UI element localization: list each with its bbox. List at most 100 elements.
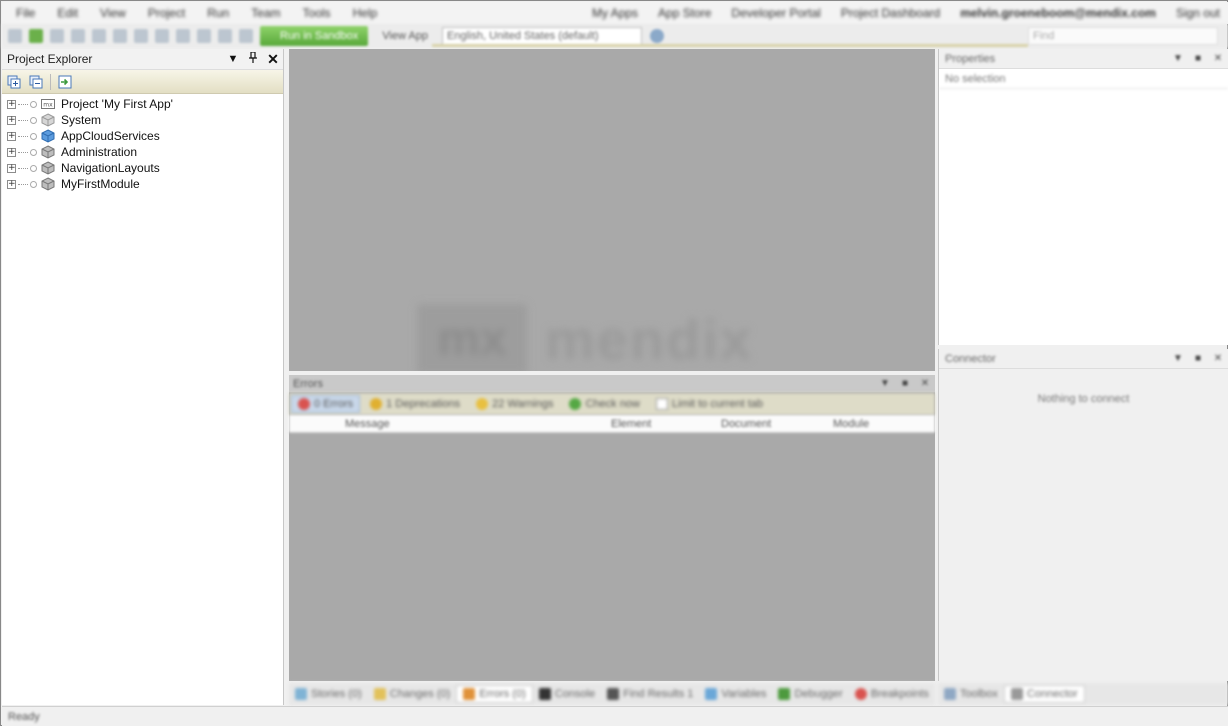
save-icon[interactable]	[50, 29, 64, 43]
close-icon[interactable]: ✕	[263, 51, 283, 68]
tab-find-results[interactable]: Find Results 1	[601, 685, 699, 703]
tree-node-navigationlayouts[interactable]: + NavigationLayouts	[2, 160, 283, 176]
tab-stories[interactable]: Stories (0)	[289, 685, 368, 703]
pin-icon[interactable]: ■	[1188, 53, 1208, 64]
sign-out-link[interactable]: Sign out	[1176, 6, 1220, 20]
close-icon[interactable]: ✕	[1208, 353, 1228, 364]
close-icon[interactable]: ✕	[1208, 53, 1228, 64]
tree-connector	[18, 151, 28, 153]
save-all-icon[interactable]	[71, 29, 85, 43]
status-dot	[30, 148, 37, 156]
toolbox-icon	[944, 688, 956, 700]
forward-icon[interactable]	[218, 29, 232, 43]
link-project-dashboard[interactable]: Project Dashboard	[841, 6, 940, 20]
tree-node-label: Administration	[61, 145, 138, 159]
tab-changes[interactable]: Changes (0)	[368, 685, 457, 703]
dropdown-icon[interactable]: ▼	[1168, 353, 1188, 364]
menu-help[interactable]: Help	[353, 6, 378, 20]
menu-view[interactable]: View	[100, 6, 126, 20]
menu-run[interactable]: Run	[207, 6, 229, 20]
undo-icon[interactable]	[155, 29, 169, 43]
connector-panel: Connector ▼ ■ ✕ Nothing to connect	[938, 349, 1228, 681]
link-developer-portal[interactable]: Developer Portal	[731, 6, 820, 20]
warnings-filter-button[interactable]: 22 Warnings	[470, 395, 559, 413]
paste-icon[interactable]	[134, 29, 148, 43]
language-select[interactable]: English, United States (default)	[441, 27, 642, 45]
deprecations-filter-button[interactable]: 1 Deprecations	[364, 395, 466, 413]
expand-icon[interactable]: +	[7, 163, 16, 173]
expand-icon[interactable]: +	[7, 99, 16, 109]
column-module[interactable]: Module	[833, 418, 869, 430]
expand-icon[interactable]: +	[7, 115, 16, 125]
menu-project[interactable]: Project	[148, 6, 185, 20]
errors-filter-button[interactable]: 0 Errors	[291, 395, 361, 413]
mendix-watermark: mx mendix	[417, 304, 753, 371]
check-now-label: Check now	[585, 398, 640, 410]
find-input[interactable]: Find	[1028, 27, 1218, 45]
close-icon[interactable]: ✕	[915, 378, 935, 389]
tab-debugger[interactable]: Debugger	[772, 685, 848, 703]
module-icon-blue	[41, 129, 55, 143]
connector-icon	[1010, 688, 1023, 700]
properties-title: Properties	[945, 52, 996, 65]
tab-toolbox[interactable]: Toolbox	[938, 685, 1004, 703]
tab-breakpoints[interactable]: Breakpoints	[849, 685, 935, 703]
pin-icon[interactable]: ■	[1188, 353, 1208, 364]
editor-area: mx mendix	[289, 49, 935, 371]
errors-header: Errors ▼ ■ ✕	[289, 375, 935, 393]
print-icon[interactable]	[239, 29, 253, 43]
main-toolbar: Run in Sandbox View App English, United …	[2, 24, 1228, 48]
redo-icon[interactable]	[176, 29, 190, 43]
tree-node-myfirstmodule[interactable]: + MyFirstModule	[2, 176, 283, 192]
errors-filter-label: 0 Errors	[314, 398, 354, 410]
tab-label: Stories (0)	[311, 688, 362, 700]
dropdown-icon[interactable]: ▼	[875, 378, 895, 389]
tab-console[interactable]: Console	[533, 685, 601, 703]
new-icon[interactable]	[8, 29, 22, 43]
warning-icon	[476, 398, 489, 410]
dropdown-icon[interactable]: ▼	[223, 53, 243, 65]
right-tab-strip: Toolbox Connector	[938, 683, 1228, 705]
menu-team[interactable]: Team	[251, 6, 280, 20]
status-text: Ready	[8, 710, 40, 723]
view-app-button[interactable]: View App	[376, 27, 434, 45]
sync-selection-icon[interactable]	[57, 74, 73, 90]
expand-icon[interactable]: +	[7, 147, 16, 157]
menu-edit[interactable]: Edit	[57, 6, 78, 20]
tree-node-project[interactable]: + mx Project 'My First App'	[2, 96, 283, 112]
check-now-button[interactable]: Check now	[563, 395, 645, 413]
project-icon: mx	[41, 97, 55, 111]
tree-node-system[interactable]: + System	[2, 112, 283, 128]
expand-all-icon[interactable]	[6, 74, 22, 90]
tree-node-label: MyFirstModule	[61, 177, 140, 191]
expand-icon[interactable]: +	[7, 179, 16, 189]
tab-connector[interactable]: Connector	[1003, 685, 1085, 703]
collapse-all-icon[interactable]	[28, 74, 44, 90]
dropdown-icon[interactable]: ▼	[1168, 53, 1188, 64]
tree-connector	[18, 167, 28, 169]
tab-errors[interactable]: Errors (0)	[456, 685, 533, 703]
back-icon[interactable]	[197, 29, 211, 43]
tree-node-administration[interactable]: + Administration	[2, 144, 283, 160]
link-my-apps[interactable]: My Apps	[592, 6, 638, 20]
pin-icon[interactable]: ■	[895, 378, 915, 389]
cut-icon[interactable]	[92, 29, 106, 43]
column-element[interactable]: Element	[611, 418, 721, 430]
open-project-icon[interactable]	[29, 29, 43, 43]
column-document[interactable]: Document	[721, 418, 833, 430]
pin-icon[interactable]	[243, 51, 263, 66]
column-message[interactable]: Message	[345, 418, 611, 430]
menu-file[interactable]: File	[16, 6, 35, 20]
tree-node-appcloudservices[interactable]: + AppCloudServices	[2, 128, 283, 144]
link-app-store[interactable]: App Store	[658, 6, 711, 20]
copy-icon[interactable]	[113, 29, 127, 43]
tree-connector	[18, 103, 28, 105]
run-in-sandbox-button[interactable]: Run in Sandbox	[260, 26, 369, 46]
user-email: melvin.groeneboom@mendix.com	[960, 6, 1156, 20]
tab-variables[interactable]: Variables	[699, 685, 772, 703]
tab-label: Connector	[1026, 688, 1078, 700]
limit-to-current-tab-checkbox[interactable]: Limit to current tab	[650, 395, 769, 413]
menu-tools[interactable]: Tools	[303, 6, 331, 20]
expand-icon[interactable]: +	[7, 131, 16, 141]
settings-icon[interactable]	[649, 29, 664, 43]
